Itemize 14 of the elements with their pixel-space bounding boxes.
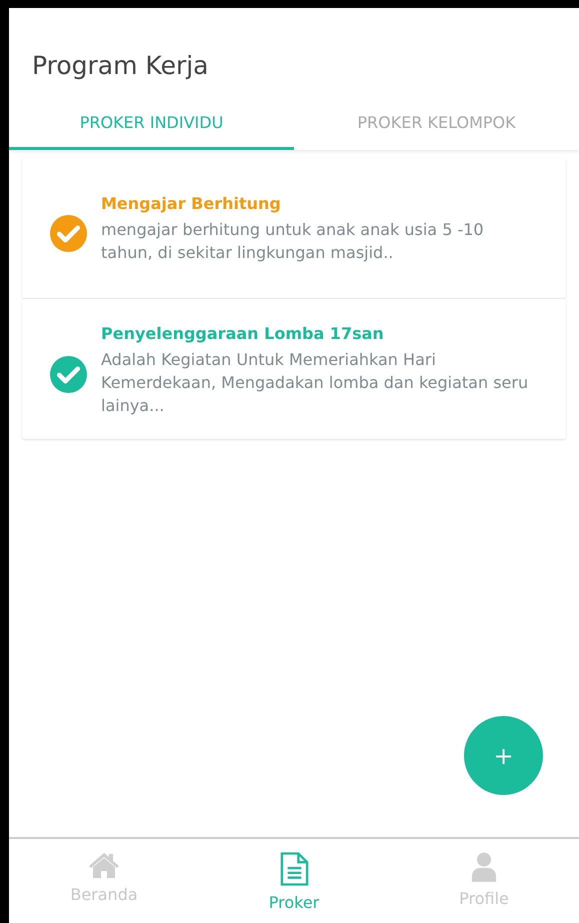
task-description: Adalah Kegiatan Untuk Memeriahkan Hari Kemerdekaan, Mengadakan lomba dan kegiatan seru lainya... <box>101 348 530 416</box>
home-icon <box>88 851 120 879</box>
task-card[interactable]: Mengajar Berhitung mengajar berhitung untuk anak anak usia 5 -10 tahun, di sekitar lingkungan masjid.. <box>22 158 566 298</box>
tab[interactable]: PROKER INDIVIDU <box>9 96 294 150</box>
task-title: Penyelenggaraan Lomba 17san <box>101 322 385 344</box>
task-title: Mengajar Berhitung <box>101 193 282 215</box>
document-icon <box>278 851 310 887</box>
tab[interactable]: PROKER KELOMPOK <box>294 96 579 150</box>
add-button[interactable]: + <box>464 716 543 795</box>
person-icon <box>471 851 497 883</box>
app-title: Program Kerja <box>32 50 209 82</box>
task-description: mengajar berhitung untuk anak anak usia 5 -10 tahun, di sekitar lingkungan masjid.. <box>101 219 485 264</box>
nav-item[interactable]: Proker <box>199 839 389 923</box>
task-card[interactable]: Penyelenggaraan Lomba 17san Adalah Kegiatan Untuk Memeriahkan Hari Kemerdekaan, Mengadakan lomba dan kegiatan seru lainya... <box>22 299 566 439</box>
